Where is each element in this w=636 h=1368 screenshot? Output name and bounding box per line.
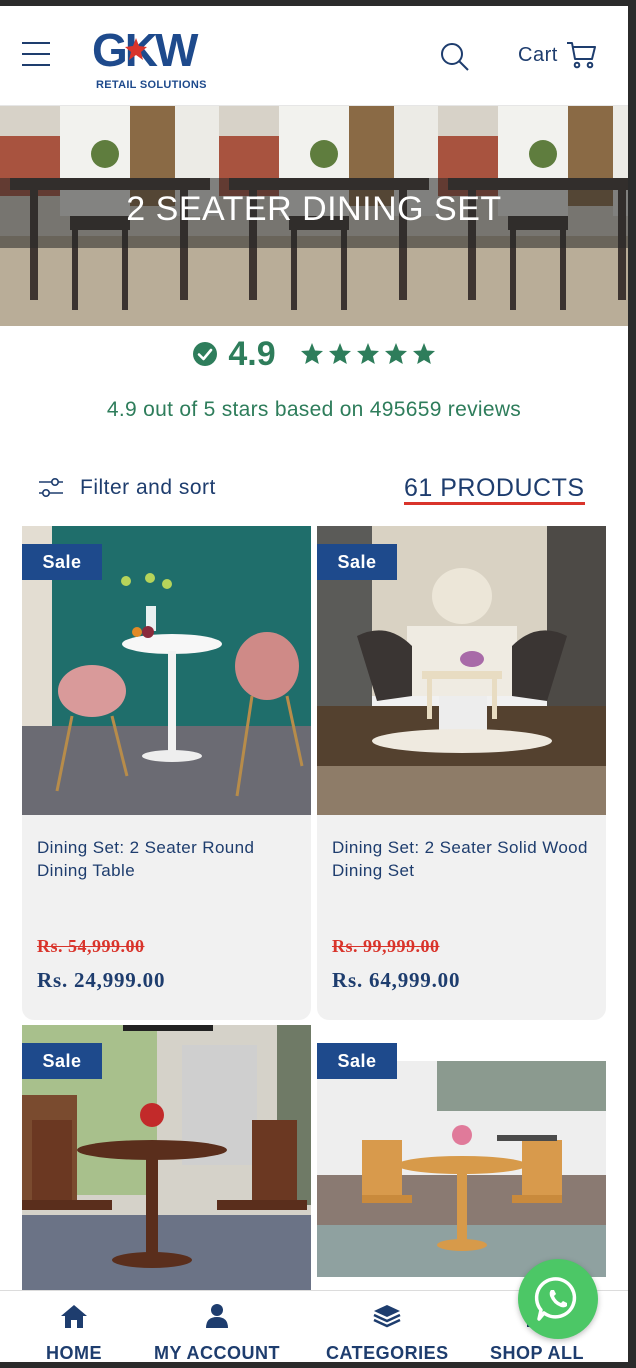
star-icon [412, 343, 435, 364]
logo-mark: GKW [92, 24, 202, 76]
user-icon [202, 1301, 232, 1331]
sale-badge: Sale [317, 544, 397, 580]
cart-button[interactable]: Cart [518, 40, 596, 70]
brand-logo[interactable]: GKW RETAIL SOLUTIONS [92, 24, 208, 91]
star-icon [356, 343, 379, 364]
logo-subtitle: RETAIL SOLUTIONS [96, 79, 207, 91]
rating-value: 4.9 [228, 334, 276, 373]
cart-icon [566, 42, 596, 69]
filter-and-sort-button[interactable]: Filter and sort [38, 476, 216, 500]
cart-label: Cart [518, 43, 558, 66]
page: GKW RETAIL SOLUTIONS Cart [0, 6, 628, 1362]
rating-row: 4.9 [0, 328, 628, 380]
home-icon [59, 1301, 89, 1331]
categories-layers-icon [372, 1301, 402, 1331]
nav-categories[interactable]: CATEGORIES [326, 1301, 449, 1362]
site-header: GKW RETAIL SOLUTIONS Cart [0, 6, 628, 106]
product-card[interactable]: Sale [22, 1025, 311, 1325]
product-card[interactable]: Sale Dining Set: 2 Seater Solid Wood Din… [317, 526, 606, 1020]
sale-price: Rs. 24,999.00 [37, 968, 166, 992]
nav-home[interactable]: HOME [46, 1301, 102, 1362]
logo-text: GKW [92, 26, 199, 72]
compare-at-price: Rs. 54,999.00 [37, 936, 145, 956]
whatsapp-icon [534, 1277, 577, 1321]
star-icon [328, 343, 351, 364]
sale-badge: Sale [317, 1043, 397, 1079]
filter-label: Filter and sort [80, 476, 216, 499]
nav-shop-all-label: SHOP ALL [490, 1343, 585, 1362]
nav-home-label: HOME [46, 1343, 102, 1362]
collection-banner: 2 SEATER DINING SET [0, 106, 628, 326]
rating-summary: 4.9 out of 5 stars based on 495659 revie… [106, 398, 522, 421]
product-card[interactable]: Sale Dining Set: 2 Seater Round Dining T… [22, 526, 311, 1020]
star-icon [384, 343, 407, 364]
sale-badge: Sale [22, 544, 102, 580]
nav-my-account-label: MY ACCOUNT [154, 1343, 280, 1362]
compare-at-price: Rs. 99,999.00 [332, 936, 440, 956]
sale-badge: Sale [22, 1043, 102, 1079]
menu-icon[interactable] [22, 42, 50, 68]
product-title[interactable]: Dining Set: 2 Seater Solid Wood Dining S… [332, 836, 592, 882]
star-icon [300, 343, 323, 364]
star-rating [300, 342, 436, 366]
nav-categories-label: CATEGORIES [326, 1343, 449, 1362]
collection-title: 2 SEATER DINING SET [126, 190, 502, 228]
whatsapp-chat-button[interactable] [518, 1259, 598, 1339]
product-count[interactable]: 61 PRODUCTS [404, 474, 585, 505]
nav-my-account[interactable]: MY ACCOUNT [154, 1301, 280, 1362]
product-title[interactable]: Dining Set: 2 Seater Round Dining Table [37, 836, 297, 882]
window-edge [628, 0, 636, 1368]
filter-sliders-icon [39, 477, 63, 498]
search-icon[interactable] [440, 42, 470, 72]
sale-price: Rs. 64,999.00 [332, 968, 461, 992]
verified-check-icon [193, 342, 218, 366]
